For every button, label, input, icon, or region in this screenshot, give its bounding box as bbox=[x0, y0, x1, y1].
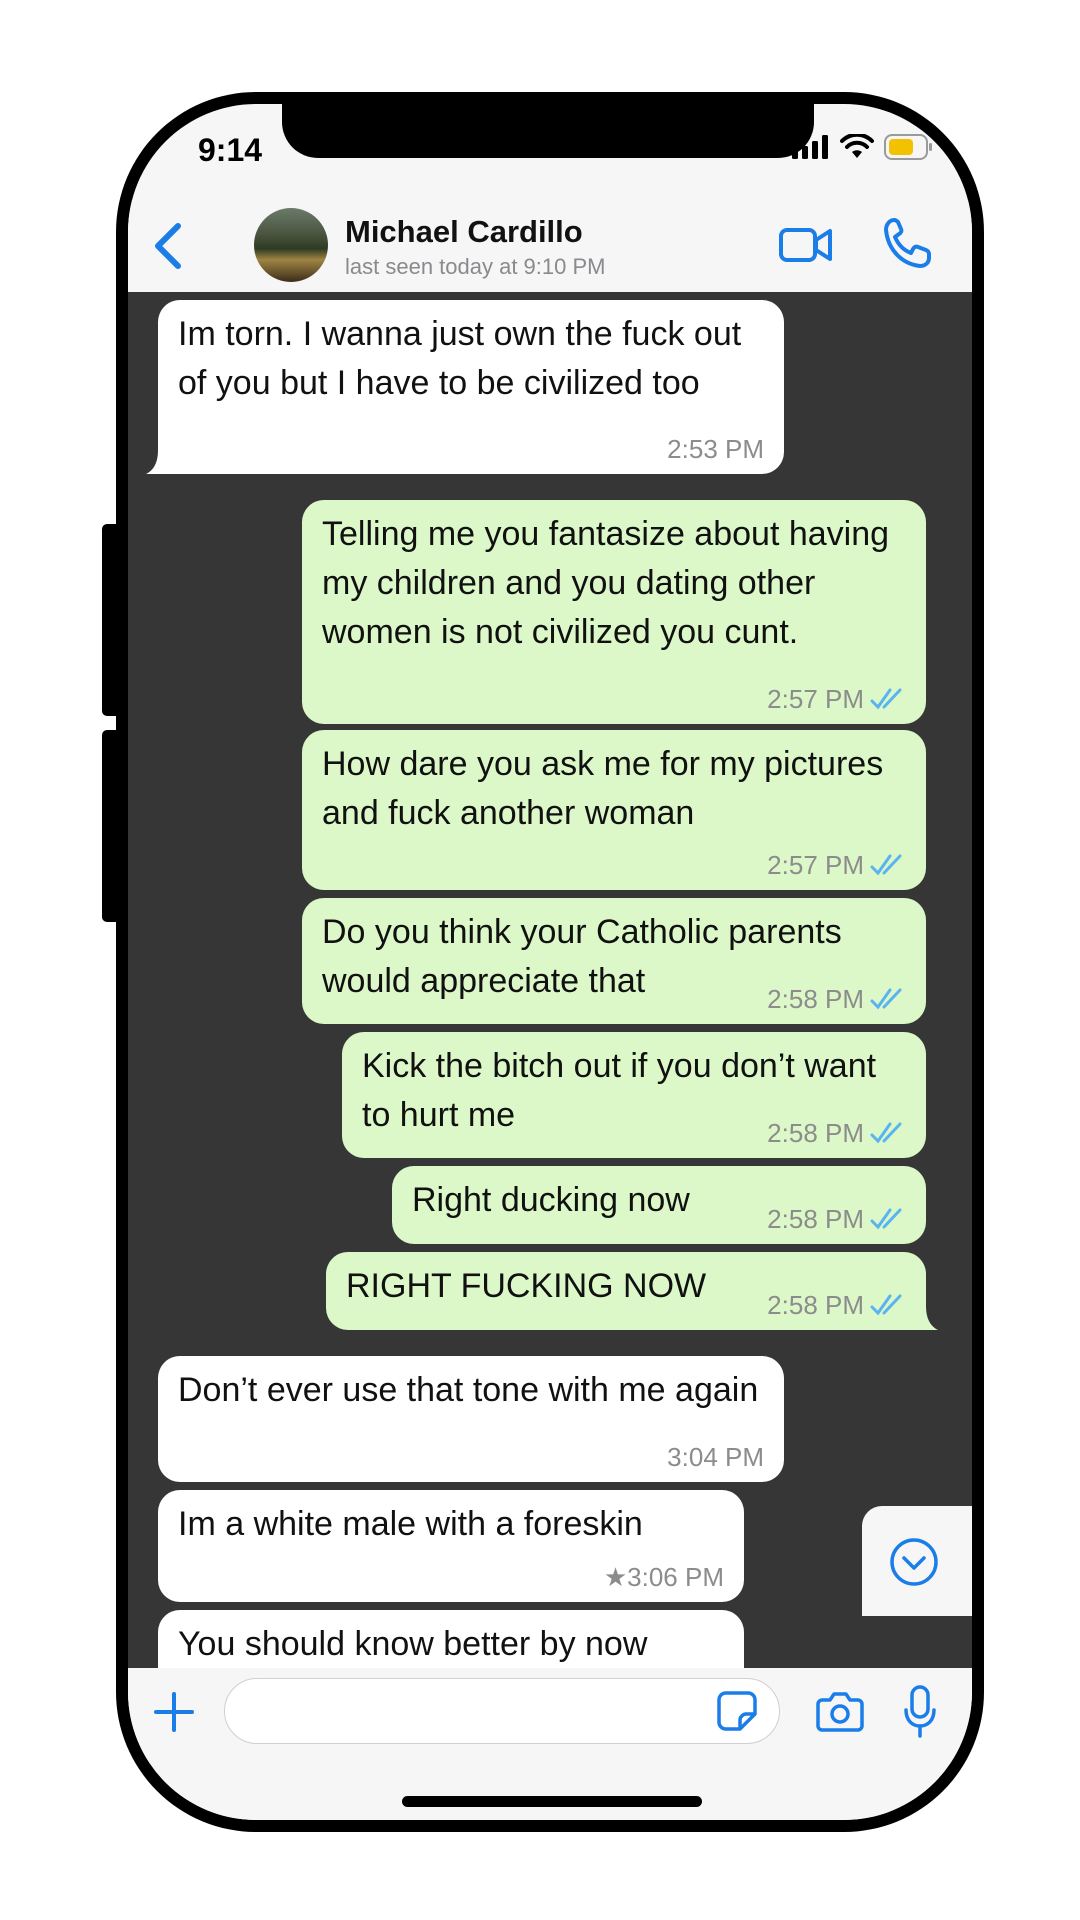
message-time: 2:57 PM bbox=[767, 850, 864, 880]
message-meta: ★3:06 PM bbox=[604, 1562, 724, 1592]
message-input[interactable] bbox=[224, 1678, 780, 1744]
chat-header: Michael Cardillo last seen today at 9:10… bbox=[128, 200, 972, 292]
read-receipt-icon bbox=[870, 1294, 902, 1316]
read-receipt-icon bbox=[870, 1208, 902, 1230]
message-time: 2:53 PM bbox=[667, 434, 764, 464]
message-meta: 2:58 PM bbox=[767, 984, 906, 1014]
message-time: ★3:06 PM bbox=[603, 1562, 724, 1592]
message-text: You should know better by now bbox=[178, 1625, 648, 1663]
scroll-to-bottom-button[interactable] bbox=[862, 1506, 972, 1616]
camera-button[interactable] bbox=[816, 1690, 864, 1732]
bubble-tail bbox=[146, 450, 170, 474]
voice-call-button[interactable] bbox=[882, 216, 932, 270]
message-time: 2:58 PM bbox=[767, 1290, 864, 1320]
microphone-icon bbox=[904, 1685, 936, 1738]
message-text: How dare you ask me for my pictures and … bbox=[322, 745, 884, 832]
message-bubble-incoming[interactable]: Im torn. I wanna just own the fuck out o… bbox=[146, 300, 784, 474]
phone-screen: 9:14 Michael Cardillo last seen today at… bbox=[128, 104, 972, 1820]
message-time: 3:04 PM bbox=[667, 1442, 764, 1472]
message-bubble-outgoing[interactable]: Telling me you fantasize about having my… bbox=[302, 500, 926, 724]
message-bubble-outgoing[interactable]: How dare you ask me for my pictures and … bbox=[302, 730, 926, 890]
message-bubble-outgoing[interactable]: Right ducking now 2:58 PM bbox=[392, 1166, 926, 1244]
attach-button[interactable] bbox=[152, 1690, 196, 1734]
video-camera-icon bbox=[779, 228, 832, 262]
read-receipt-icon bbox=[870, 988, 902, 1010]
message-bubble-outgoing[interactable]: RIGHT FUCKING NOW 2:58 PM bbox=[326, 1252, 938, 1330]
read-receipt-icon bbox=[870, 688, 902, 710]
chevron-left-icon bbox=[155, 223, 181, 269]
message-bubble-outgoing[interactable]: Do you think your Catholic parents would… bbox=[302, 898, 926, 1024]
message-list[interactable]: Im torn. I wanna just own the fuck out o… bbox=[128, 292, 972, 1668]
contact-last-seen: last seen today at 9:10 PM bbox=[345, 254, 606, 279]
status-icons bbox=[792, 134, 934, 160]
microphone-button[interactable] bbox=[904, 1684, 936, 1738]
home-indicator[interactable] bbox=[402, 1796, 702, 1807]
phone-icon bbox=[884, 218, 931, 268]
message-meta: 2:58 PM bbox=[767, 1204, 906, 1234]
sticker-icon bbox=[717, 1691, 757, 1731]
message-bubble-incoming[interactable]: Don’t ever use that tone with me again 3… bbox=[158, 1356, 784, 1482]
contact-avatar[interactable] bbox=[254, 208, 328, 282]
message-time: 2:58 PM bbox=[767, 1204, 864, 1234]
volume-down-button bbox=[102, 730, 124, 922]
contact-name[interactable]: Michael Cardillo bbox=[345, 214, 583, 250]
read-receipt-icon bbox=[870, 854, 902, 876]
message-time: 2:58 PM bbox=[767, 1118, 864, 1148]
back-button[interactable] bbox=[146, 218, 190, 274]
sticker-button[interactable] bbox=[716, 1690, 758, 1732]
message-meta: 2:57 PM bbox=[767, 850, 906, 880]
message-meta: 2:58 PM bbox=[767, 1290, 906, 1320]
message-bubble-incoming[interactable]: Im a white male with a foreskin ★3:06 PM bbox=[158, 1490, 744, 1602]
status-time: 9:14 bbox=[198, 132, 263, 168]
message-meta: 2:58 PM bbox=[767, 1118, 906, 1148]
camera-icon bbox=[816, 1692, 864, 1732]
plus-icon bbox=[154, 1692, 194, 1732]
message-text: Im torn. I wanna just own the fuck out o… bbox=[178, 315, 742, 402]
read-receipt-icon bbox=[870, 1122, 902, 1144]
battery-icon bbox=[884, 134, 932, 160]
video-call-button[interactable] bbox=[778, 222, 834, 268]
message-time: 2:58 PM bbox=[767, 984, 864, 1014]
message-text: Im a white male with a foreskin bbox=[178, 1505, 643, 1543]
bubble-tail bbox=[914, 1306, 938, 1330]
message-bubble-incoming[interactable]: You should know better by now bbox=[158, 1610, 744, 1668]
message-meta: 3:04 PM bbox=[667, 1442, 764, 1472]
message-bubble-outgoing[interactable]: Kick the bitch out if you don’t want to … bbox=[342, 1032, 926, 1158]
message-meta: 2:53 PM bbox=[667, 434, 764, 464]
message-meta: 2:57 PM bbox=[767, 684, 906, 714]
message-text: Don’t ever use that tone with me again bbox=[178, 1371, 759, 1409]
notch bbox=[282, 104, 814, 158]
chevron-down-circle-icon bbox=[890, 1538, 938, 1586]
message-text: Telling me you fantasize about having my… bbox=[322, 515, 890, 651]
wifi-icon bbox=[840, 134, 874, 158]
message-time: 2:57 PM bbox=[767, 684, 864, 714]
volume-up-button bbox=[102, 524, 124, 716]
